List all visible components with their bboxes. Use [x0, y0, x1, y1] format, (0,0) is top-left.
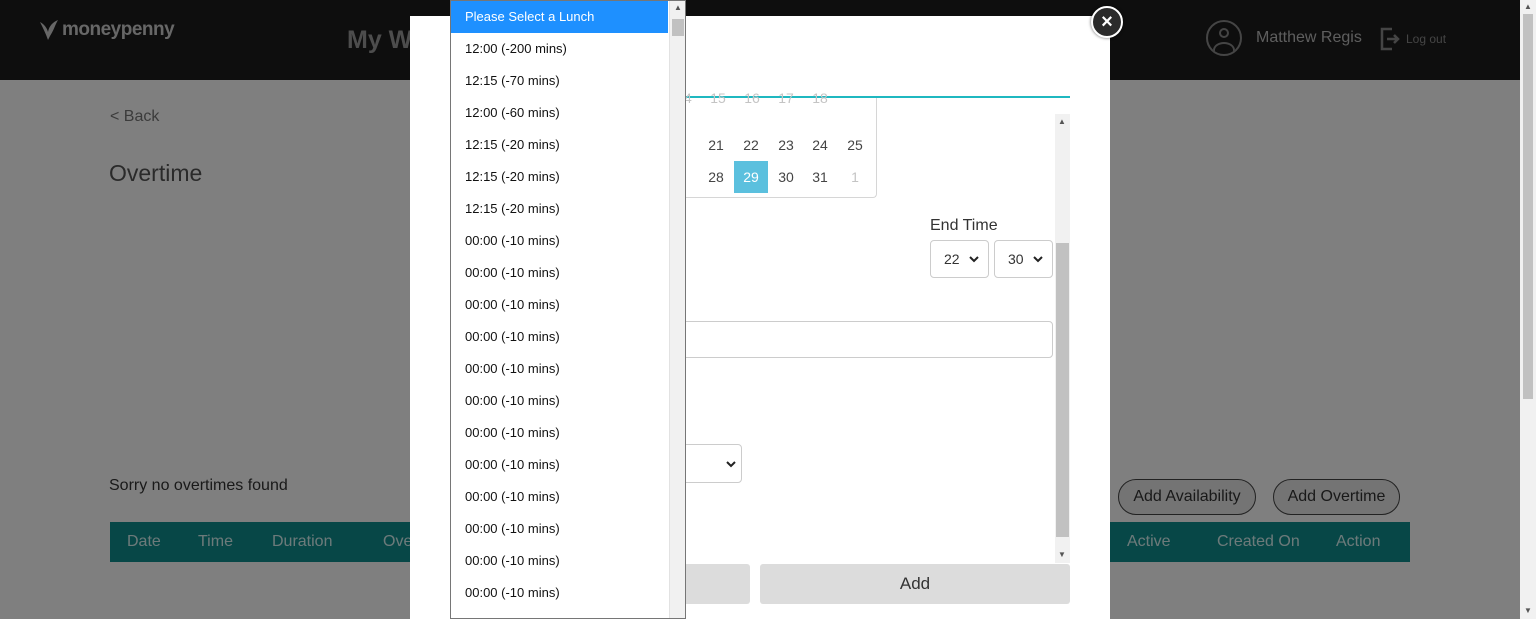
end-hour-value: 22 [944, 251, 960, 267]
scroll-up-arrow-icon[interactable]: ▲ [1058, 117, 1066, 126]
modal-scrollbar[interactable]: ▲ ▼ [1055, 114, 1070, 563]
lunch-dropdown-list[interactable]: Please Select a Lunch 12:00 (-200 mins) 12… [450, 0, 686, 619]
lunch-option[interactable]: 00:00 (-10 mins) [451, 513, 668, 545]
lunch-option[interactable]: 12:00 (-200 mins) [451, 33, 668, 65]
calendar-day-selected[interactable]: 29 [734, 161, 768, 193]
lunch-options: Please Select a Lunch 12:00 (-200 mins) 12… [451, 1, 668, 609]
lunch-option[interactable]: 00:00 (-10 mins) [451, 321, 668, 353]
calendar-day[interactable]: 31 [803, 161, 837, 193]
calendar-day[interactable]: 15 [701, 82, 735, 114]
page-scrollbar-thumb[interactable] [1523, 14, 1533, 399]
lunch-option[interactable]: 00:00 (-10 mins) [451, 289, 668, 321]
calendar-day[interactable]: 24 [803, 129, 837, 161]
calendar-day[interactable]: 18 [803, 82, 837, 114]
page-scrollbar[interactable]: ▲ ▼ [1520, 0, 1536, 619]
end-hour-select[interactable]: 22 [930, 240, 989, 278]
close-modal-button[interactable]: × [1091, 6, 1123, 38]
lunch-option[interactable]: 00:00 (-10 mins) [451, 225, 668, 257]
lunch-option[interactable]: 12:00 (-60 mins) [451, 97, 668, 129]
lunch-option[interactable]: 00:00 (-10 mins) [451, 257, 668, 289]
lunch-option[interactable]: 00:00 (-10 mins) [451, 449, 668, 481]
dropdown-scrollbar-thumb[interactable] [672, 19, 684, 36]
close-icon: × [1101, 10, 1113, 33]
calendar-day[interactable]: 28 [699, 161, 733, 193]
calendar-day[interactable]: 25 [838, 129, 872, 161]
lunch-option-placeholder[interactable]: Please Select a Lunch [451, 1, 668, 33]
lunch-option[interactable]: 12:15 (-70 mins) [451, 65, 668, 97]
end-minute-value: 30 [1008, 251, 1024, 267]
calendar-day[interactable]: 16 [735, 82, 769, 114]
scroll-down-arrow-icon[interactable]: ▼ [1058, 550, 1066, 559]
calendar-day[interactable]: 17 [769, 82, 803, 114]
calendar-day[interactable]: 21 [699, 129, 733, 161]
lunch-option[interactable]: 00:00 (-10 mins) [451, 353, 668, 385]
calendar-day[interactable]: 30 [769, 161, 803, 193]
calendar-day[interactable]: 23 [769, 129, 803, 161]
lunch-option[interactable]: 00:00 (-10 mins) [451, 577, 668, 609]
add-button[interactable]: Add [760, 564, 1070, 604]
lunch-option[interactable]: 00:00 (-10 mins) [451, 545, 668, 577]
lunch-option[interactable]: 00:00 (-10 mins) [451, 481, 668, 513]
scroll-down-arrow-icon[interactable]: ▼ [1524, 606, 1532, 615]
chevron-down-icon [726, 461, 736, 468]
scroll-up-arrow-icon[interactable]: ▲ [1524, 2, 1532, 11]
lunch-option[interactable]: 00:00 (-10 mins) [451, 385, 668, 417]
scroll-up-arrow-icon[interactable]: ▲ [674, 3, 682, 12]
dropdown-scrollbar[interactable]: ▲ [669, 1, 685, 618]
lunch-option[interactable]: 12:15 (-20 mins) [451, 161, 668, 193]
end-minute-select[interactable]: 30 [994, 240, 1053, 278]
chevron-down-icon [969, 256, 979, 263]
calendar-day[interactable]: 22 [734, 129, 768, 161]
chevron-down-icon [1033, 256, 1043, 263]
lunch-option[interactable]: 12:15 (-20 mins) [451, 193, 668, 225]
end-time-label: End Time [930, 217, 998, 234]
modal-scrollbar-thumb[interactable] [1056, 243, 1069, 537]
lunch-option[interactable]: 12:15 (-20 mins) [451, 129, 668, 161]
calendar-day[interactable]: 1 [838, 161, 872, 193]
lunch-option[interactable]: 00:00 (-10 mins) [451, 417, 668, 449]
